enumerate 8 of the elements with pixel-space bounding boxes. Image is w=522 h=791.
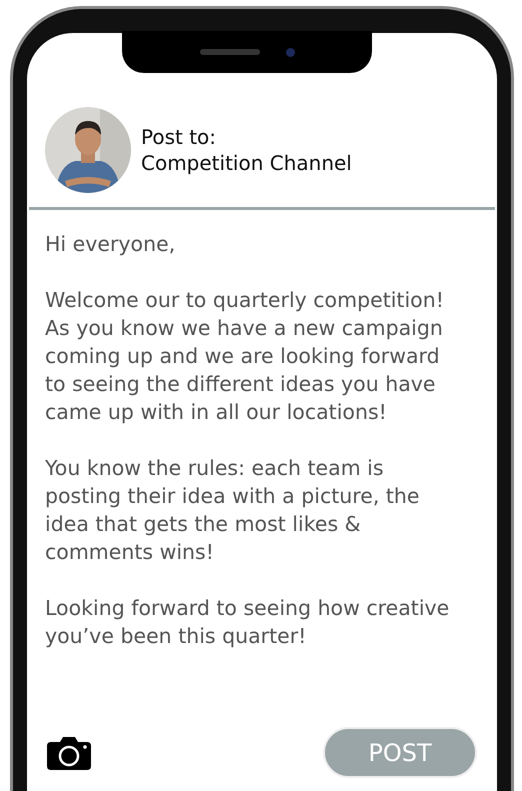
message-paragraph: Welcome our to quarterly competition! As you know we have a new campaign coming up and we are looking forward to seeing the different ideas you have came up with in all our locations! xyxy=(45,287,445,426)
message-paragraph: You know the rules: each team is posting their idea with a picture, the idea that gets the most likes & comments wins! xyxy=(45,455,421,566)
post-button[interactable]: POST xyxy=(323,727,477,778)
message-paragraph: Looking forward to seeing how creative you’ve been this quarter! xyxy=(45,595,450,650)
camera-icon[interactable] xyxy=(47,736,91,770)
post-to-label: Post to: xyxy=(141,124,218,150)
channel-name: Competition Channel xyxy=(141,150,352,176)
message-paragraph: Hi everyone, xyxy=(45,231,176,258)
